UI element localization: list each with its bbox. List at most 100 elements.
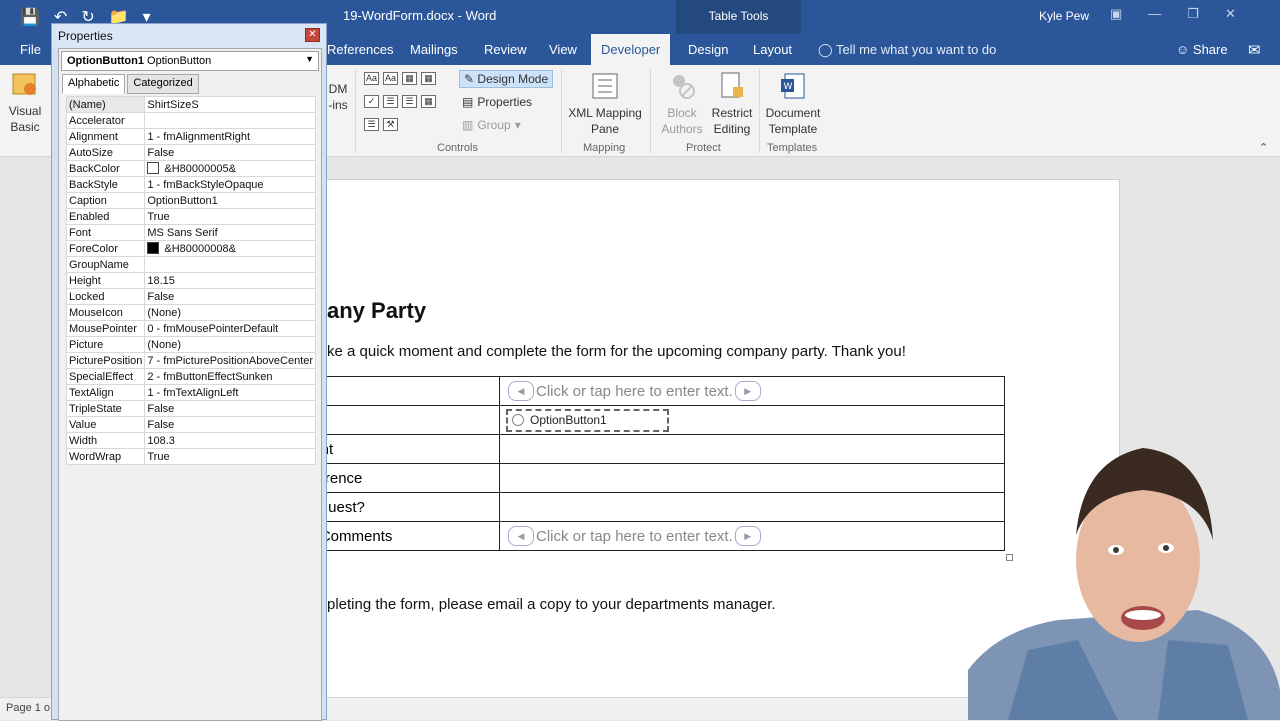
property-value[interactable]: True (144, 448, 317, 465)
property-name[interactable]: Locked (65, 288, 146, 305)
comments-icon[interactable]: ✉ (1248, 41, 1261, 59)
property-row[interactable]: ForeColor &H80000008& (65, 240, 317, 257)
user-name[interactable]: Kyle Pew (1039, 9, 1089, 23)
property-name[interactable]: MousePointer (65, 320, 146, 337)
property-row[interactable]: MouseIcon (None) (65, 304, 317, 321)
row-value-cell[interactable]: ◀ Click or tap here to enter text. ▶ (499, 521, 1005, 551)
property-value[interactable]: False (144, 400, 317, 417)
text-content-control[interactable]: ◀ Click or tap here to enter text. ▶ (506, 526, 763, 546)
tab-file[interactable]: File (10, 34, 51, 65)
property-value[interactable]: 1 - fmAlignmentRight (144, 128, 317, 145)
property-name[interactable]: MouseIcon (65, 304, 146, 321)
properties-button[interactable]: ▤ Properties (462, 95, 532, 109)
property-name[interactable]: WordWrap (65, 448, 146, 465)
xml-mapping-pane-button[interactable]: XML Mapping Pane (565, 71, 645, 137)
property-value[interactable]: 0 - fmMousePointerDefault (144, 320, 317, 337)
property-value[interactable]: &H80000008& (144, 240, 317, 257)
property-row[interactable]: Enabled True (65, 208, 317, 225)
tab-alphabetic[interactable]: Alphabetic (62, 74, 126, 94)
property-value[interactable]: (None) (144, 336, 317, 353)
property-name[interactable]: Accelerator (65, 112, 146, 129)
legacy-tools-icon[interactable]: ⚒ (383, 118, 398, 131)
ribbon-display-options-icon[interactable]: ▣ (1110, 6, 1122, 22)
tab-mailings[interactable]: Mailings (400, 34, 468, 65)
tab-design[interactable]: Design (678, 34, 738, 65)
property-value[interactable]: 1 - fmTextAlignLeft (144, 384, 317, 401)
text-content-control[interactable]: ◀ Click or tap here to enter text. ▶ (506, 381, 763, 401)
property-name[interactable]: TextAlign (65, 384, 146, 401)
option-button-control[interactable]: OptionButton1 (506, 408, 669, 432)
property-value[interactable]: False (144, 416, 317, 433)
property-name[interactable]: (Name) (65, 96, 146, 113)
picture-control-icon[interactable]: ▦ (402, 72, 417, 85)
property-row[interactable]: Alignment 1 - fmAlignmentRight (65, 128, 317, 145)
property-value[interactable] (144, 256, 317, 273)
property-value[interactable]: ShirtSizeS (144, 96, 317, 113)
property-value[interactable]: (None) (144, 304, 317, 321)
property-name[interactable]: Alignment (65, 128, 146, 145)
property-value[interactable]: False (144, 288, 317, 305)
building-block-control-icon[interactable]: ▦ (421, 72, 436, 85)
date-picker-control-icon[interactable]: ▦ (421, 95, 436, 108)
property-name[interactable]: Enabled (65, 208, 146, 225)
property-name[interactable]: ForeColor (65, 240, 146, 257)
property-row[interactable]: AutoSize False (65, 144, 317, 161)
tab-references[interactable]: References (317, 34, 403, 65)
combo-box-control-icon[interactable]: ☰ (383, 95, 398, 108)
property-name[interactable]: AutoSize (65, 144, 146, 161)
row-value-cell[interactable] (499, 463, 1005, 493)
group-button[interactable]: ▥ Group ▾ (462, 118, 521, 132)
property-name[interactable]: GroupName (65, 256, 146, 273)
property-row[interactable]: TripleState False (65, 400, 317, 417)
tab-categorized[interactable]: Categorized (127, 74, 199, 94)
property-value[interactable]: OptionButton1 (144, 192, 317, 209)
property-name[interactable]: BackColor (65, 160, 146, 177)
checkbox-control-icon[interactable]: ✓ (364, 95, 379, 108)
page-count[interactable]: Page 1 o (6, 702, 50, 714)
property-row[interactable]: Height 18.15 (65, 272, 317, 289)
close-window-icon[interactable]: ✕ (1225, 6, 1236, 22)
share-button[interactable]: ☺ Share (1176, 34, 1228, 65)
property-name[interactable]: PicturePosition (65, 352, 146, 369)
row-value-cell[interactable]: ◀ Click or tap here to enter text. ▶ (499, 376, 1005, 406)
tab-view[interactable]: View (539, 34, 587, 65)
property-row[interactable]: TextAlign 1 - fmTextAlignLeft (65, 384, 317, 401)
row-value-cell[interactable] (499, 492, 1005, 522)
property-row[interactable]: Value False (65, 416, 317, 433)
property-name[interactable]: Picture (65, 336, 146, 353)
property-row[interactable]: Caption OptionButton1 (65, 192, 317, 209)
property-value[interactable] (144, 112, 317, 129)
property-name[interactable]: TripleState (65, 400, 146, 417)
property-value[interactable]: False (144, 144, 317, 161)
property-value[interactable]: 2 - fmButtonEffectSunken (144, 368, 317, 385)
property-row[interactable]: BackStyle 1 - fmBackStyleOpaque (65, 176, 317, 193)
property-name[interactable]: Value (65, 416, 146, 433)
design-mode-button[interactable]: ✎ Design Mode (459, 70, 554, 88)
object-selector[interactable]: OptionButton1 OptionButton ▼ (61, 51, 319, 71)
save-icon[interactable]: 💾 (20, 7, 40, 27)
property-name[interactable]: Width (65, 432, 146, 449)
property-value[interactable]: &H80000005& (144, 160, 317, 177)
property-row[interactable]: Font MS Sans Serif (65, 224, 317, 241)
row-value-cell[interactable]: OptionButton1 (499, 405, 1005, 435)
block-authors-button[interactable]: Block Authors (654, 71, 710, 137)
document-template-button[interactable]: W Document Template (762, 71, 824, 137)
property-row[interactable]: Accelerator (65, 112, 317, 129)
properties-title[interactable]: Properties (52, 24, 326, 48)
property-row[interactable]: WordWrap True (65, 448, 317, 465)
property-name[interactable]: Caption (65, 192, 146, 209)
property-row[interactable]: BackColor &H80000005& (65, 160, 317, 177)
collapse-ribbon-icon[interactable]: ⌃ (1259, 141, 1268, 154)
property-name[interactable]: Font (65, 224, 146, 241)
property-value[interactable]: 18.15 (144, 272, 317, 289)
property-value[interactable]: 7 - fmPicturePositionAboveCenter (144, 352, 317, 369)
plain-text-control-icon[interactable]: Aa (383, 72, 398, 85)
minimize-icon[interactable]: — (1148, 6, 1161, 22)
property-name[interactable]: SpecialEffect (65, 368, 146, 385)
com-addins-button[interactable]: DM -ins (326, 81, 350, 113)
property-value[interactable]: MS Sans Serif (144, 224, 317, 241)
property-value[interactable]: 1 - fmBackStyleOpaque (144, 176, 317, 193)
property-row[interactable]: (Name) ShirtSizeS (65, 96, 317, 113)
rich-text-control-icon[interactable]: Aa (364, 72, 379, 85)
visual-basic-button[interactable]: Visual Basic (4, 69, 46, 135)
